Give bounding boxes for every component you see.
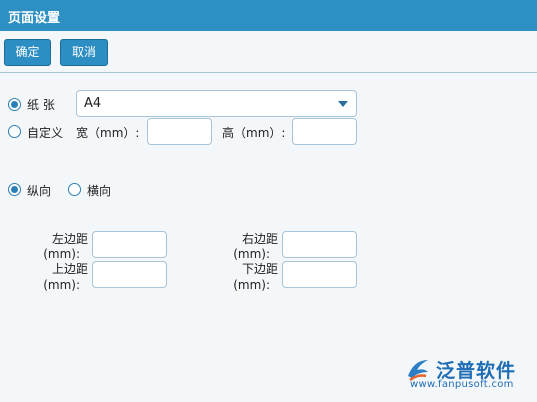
- landscape-radio[interactable]: [68, 183, 81, 196]
- portrait-label: 纵向: [27, 184, 52, 198]
- top-margin-label-line2: (mm):: [43, 278, 80, 292]
- bottom-margin-input[interactable]: [282, 261, 357, 288]
- height-input[interactable]: [292, 118, 357, 145]
- right-margin-label-line1: 右边距: [241, 232, 278, 246]
- paper-size-value: A4: [84, 96, 102, 111]
- cancel-button[interactable]: 取消: [60, 39, 108, 66]
- brand-watermark: 泛普软件 www.fanpusoft.com: [404, 356, 534, 392]
- brand-url: www.fanpusoft.com: [410, 379, 514, 390]
- top-margin-input[interactable]: [92, 261, 167, 288]
- custom-size-radio[interactable]: [8, 125, 21, 138]
- dialog-title: 页面设置: [0, 0, 537, 31]
- width-input[interactable]: [147, 118, 212, 145]
- confirm-button[interactable]: 确定: [4, 39, 51, 66]
- right-margin-label-line2: (mm):: [233, 247, 270, 261]
- paper-size-label: 纸 张: [27, 98, 55, 112]
- width-label: 宽（mm）:: [76, 126, 140, 140]
- toolbar: 确定 取消: [0, 31, 537, 73]
- top-margin-label-line1: 上边距: [51, 262, 88, 276]
- left-margin-label-line2: (mm):: [43, 247, 80, 261]
- right-margin-input[interactable]: [282, 231, 357, 258]
- paper-size-radio[interactable]: [8, 98, 21, 111]
- portrait-radio[interactable]: [8, 183, 21, 196]
- bottom-margin-label-line2: (mm):: [233, 278, 270, 292]
- bottom-margin-label-line1: 下边距: [241, 262, 278, 276]
- custom-size-label: 自定义: [27, 126, 64, 140]
- left-margin-input[interactable]: [92, 231, 167, 258]
- left-margin-label-line1: 左边距: [51, 232, 88, 246]
- paper-size-select[interactable]: A4: [76, 90, 357, 117]
- chevron-down-icon: [338, 101, 348, 107]
- height-label: 高（mm）:: [222, 126, 286, 140]
- landscape-label: 横向: [87, 184, 112, 198]
